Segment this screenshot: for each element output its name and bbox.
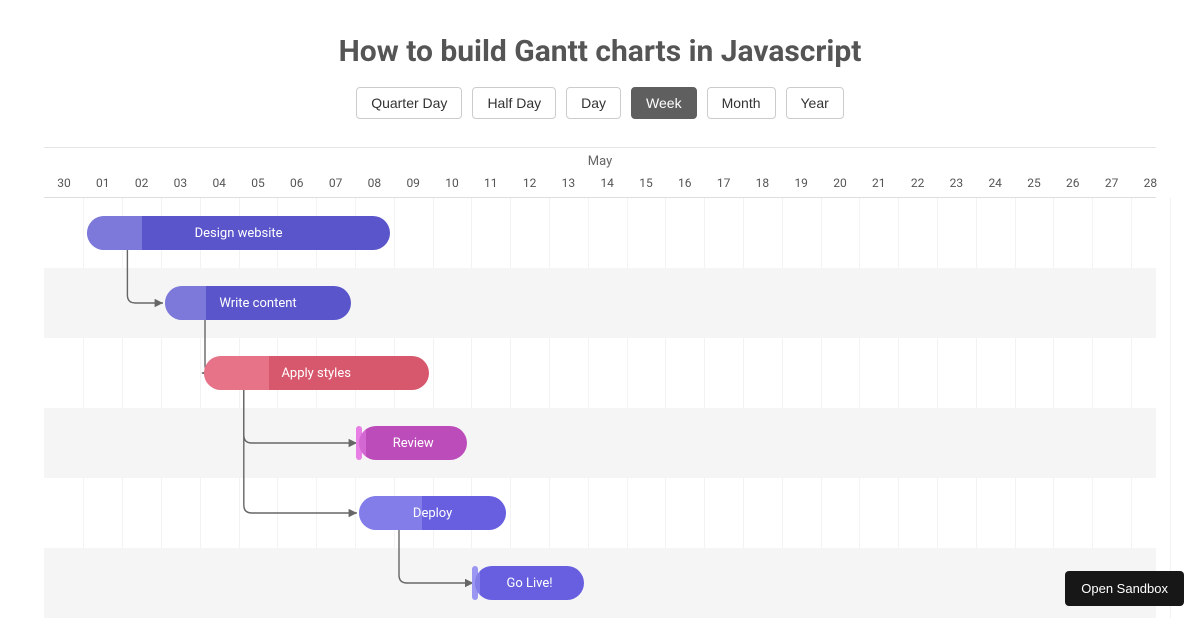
gantt-row	[44, 478, 1156, 548]
day-header: 07	[329, 176, 343, 190]
day-header: 27	[1105, 176, 1119, 190]
bar-label: Apply styles	[281, 366, 351, 381]
bar-label: Review	[393, 436, 434, 451]
day-header: 23	[950, 176, 964, 190]
grid-line	[1170, 198, 1171, 618]
gantt-row	[44, 408, 1156, 478]
day-header: 19	[794, 176, 808, 190]
view-switcher: Quarter Day Half Day Day Week Month Year	[0, 87, 1200, 119]
gantt-bar-t5[interactable]: Deploy	[359, 496, 506, 530]
bar-label: Go Live!	[507, 576, 553, 591]
gantt-bar-t2[interactable]: Write content	[165, 286, 351, 320]
month-label: May	[44, 154, 1156, 169]
gantt-bar-t4[interactable]: Review	[359, 426, 467, 460]
gantt-bar-t3[interactable]: Apply styles	[204, 356, 429, 390]
view-btn-day[interactable]: Day	[566, 87, 621, 119]
day-header: 01	[96, 176, 110, 190]
day-header: 21	[872, 176, 886, 190]
gantt-chart: May 30 01 02 03 04 05 06 07 08 09 10 11 12 13 14 15 16 17…	[44, 147, 1156, 618]
day-header: 16	[678, 176, 692, 190]
gantt-row	[44, 548, 1156, 618]
view-btn-quarter-day[interactable]: Quarter Day	[356, 87, 462, 119]
bar-progress	[359, 426, 366, 460]
page-title: How to build Gantt charts in Javascript	[0, 0, 1200, 87]
day-header: 15	[639, 176, 653, 190]
day-row: 30 01 02 03 04 05 06 07 08 09 10 11 12 13 14 15 16 17 18 19…	[44, 176, 1156, 196]
day-header: 12	[523, 176, 537, 190]
gantt-bar-t1[interactable]: Design website	[87, 216, 389, 250]
day-header: 02	[135, 176, 149, 190]
day-header: 08	[368, 176, 382, 190]
view-btn-month[interactable]: Month	[707, 87, 776, 119]
bar-label: Deploy	[413, 506, 452, 521]
day-header: 25	[1027, 176, 1041, 190]
view-btn-half-day[interactable]: Half Day	[472, 87, 556, 119]
bar-label: Write content	[219, 296, 296, 311]
bar-progress	[204, 356, 269, 390]
day-header: 04	[212, 176, 226, 190]
view-btn-year[interactable]: Year	[786, 87, 844, 119]
day-header: 30	[57, 176, 71, 190]
bar-progress	[475, 566, 479, 600]
open-sandbox-button[interactable]: Open Sandbox	[1065, 571, 1184, 606]
day-header: 17	[717, 176, 731, 190]
day-header: 09	[406, 176, 420, 190]
gantt-body: Design website Write content Apply styles R…	[44, 198, 1156, 618]
gantt-bar-t6[interactable]: Go Live!	[475, 566, 583, 600]
day-header: 26	[1066, 176, 1080, 190]
day-header: 13	[562, 176, 576, 190]
day-header: 14	[600, 176, 614, 190]
day-header: 05	[251, 176, 265, 190]
day-header: 11	[484, 176, 498, 190]
day-header: 06	[290, 176, 304, 190]
day-header: 28	[1144, 176, 1158, 190]
day-header: 22	[911, 176, 925, 190]
view-btn-week[interactable]: Week	[631, 87, 697, 119]
bar-progress	[87, 216, 141, 250]
bar-label: Design website	[195, 226, 283, 241]
day-header: 20	[833, 176, 847, 190]
gantt-header: May 30 01 02 03 04 05 06 07 08 09 10 11 12 13 14 15 16 17…	[44, 148, 1156, 198]
day-header: 03	[174, 176, 188, 190]
day-header: 24	[988, 176, 1002, 190]
day-header: 18	[756, 176, 770, 190]
day-header: 10	[445, 176, 459, 190]
bar-progress	[165, 286, 206, 320]
